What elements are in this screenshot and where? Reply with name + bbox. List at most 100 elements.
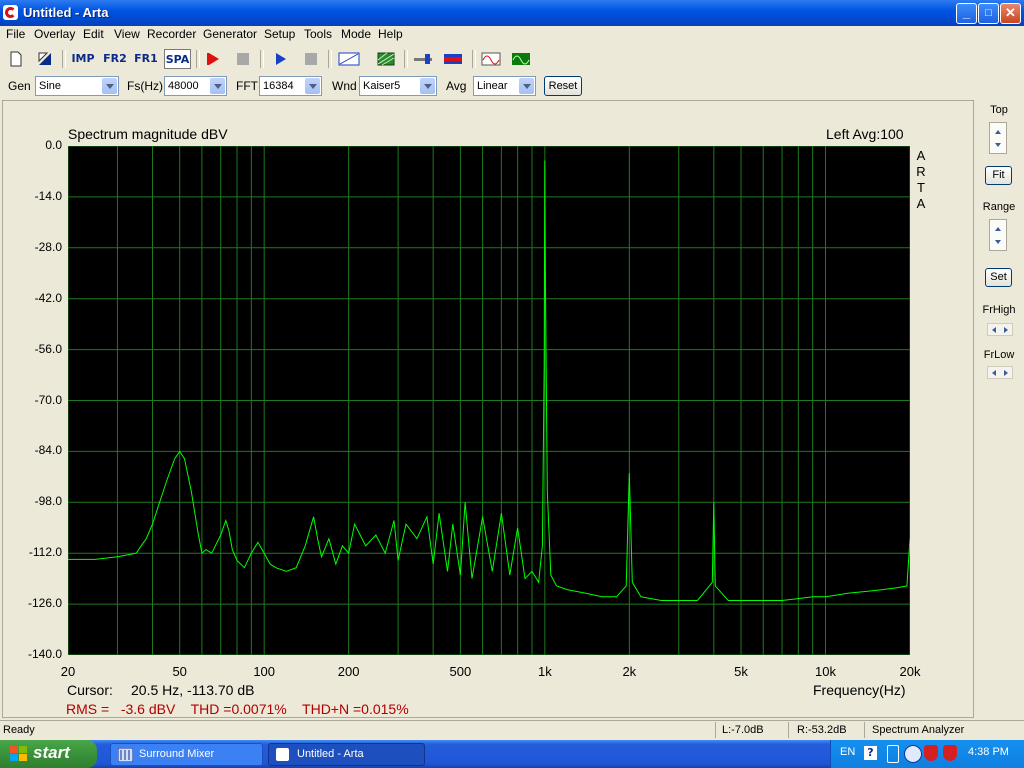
- chevron-up-icon[interactable]: [995, 130, 1001, 134]
- level-slider-icon[interactable]: [412, 49, 434, 69]
- language-indicator[interactable]: EN: [840, 746, 855, 758]
- fit-button[interactable]: Fit: [985, 166, 1012, 185]
- fft-size-select[interactable]: 16384: [259, 76, 322, 96]
- y-tick-label: -28.0: [34, 239, 62, 254]
- minimize-button[interactable]: _: [956, 3, 977, 24]
- oscilloscope-icon[interactable]: [480, 49, 502, 69]
- fs-label: Fs(Hz): [127, 79, 163, 93]
- chevron-right-icon[interactable]: [1004, 327, 1008, 333]
- arta-app-icon: [276, 748, 289, 761]
- y-tick-label: -112.0: [28, 545, 62, 560]
- spectrum-scope-icon[interactable]: [510, 49, 532, 69]
- arta-letter: A: [916, 148, 926, 163]
- averaging-select[interactable]: Linear: [473, 76, 536, 96]
- menu-help[interactable]: Help: [378, 27, 403, 41]
- maximize-button[interactable]: □: [978, 3, 999, 24]
- taskbar-untitled-arta[interactable]: Untitled - Arta: [268, 743, 425, 766]
- new-file-icon[interactable]: [5, 49, 27, 69]
- x-tick-label: 5k: [734, 664, 748, 679]
- y-tick-label: -42.0: [34, 290, 62, 305]
- shield-icon[interactable]: [943, 745, 957, 761]
- back-arrow-icon[interactable]: [904, 745, 922, 763]
- open-file-icon[interactable]: [34, 49, 56, 69]
- freq-response-1-button[interactable]: FR1: [133, 49, 159, 69]
- top-spinner[interactable]: [989, 122, 1007, 154]
- grid-color-icon[interactable]: [375, 49, 397, 69]
- windows-logo-icon: [10, 746, 27, 761]
- averaging-value: Linear: [477, 80, 508, 92]
- menu-overlay[interactable]: Overlay: [34, 27, 75, 41]
- y-tick-label: -70.0: [34, 392, 62, 407]
- generator-select[interactable]: Sine: [35, 76, 119, 96]
- start-button[interactable]: start: [0, 740, 97, 768]
- menu-generator[interactable]: Generator: [203, 27, 257, 41]
- menu-file[interactable]: File: [6, 27, 25, 41]
- frhigh-label: FrHigh: [982, 304, 1016, 316]
- start-label: start: [33, 743, 70, 762]
- window-select[interactable]: Kaiser5: [359, 76, 437, 96]
- spectrum-plot[interactable]: [67, 145, 911, 656]
- x-tick-label: 50: [172, 664, 187, 679]
- impulse-response-button[interactable]: IMP: [70, 49, 96, 69]
- frlow-label: FrLow: [983, 349, 1015, 361]
- generator-stop-icon[interactable]: [300, 49, 322, 69]
- chevron-down-icon: [210, 78, 225, 94]
- chevron-down-icon: [305, 78, 320, 94]
- x-axis-label: Frequency(Hz): [813, 682, 906, 698]
- menu-recorder[interactable]: Recorder: [147, 27, 196, 41]
- range-spinner[interactable]: [989, 219, 1007, 251]
- chevron-down-icon[interactable]: [995, 143, 1001, 147]
- status-ready: Ready: [3, 724, 35, 736]
- x-tick-label: 500: [449, 664, 472, 679]
- toolbar-separator: [404, 50, 408, 68]
- status-mode: Spectrum Analyzer: [872, 724, 965, 736]
- menu-bar: File Overlay Edit View Recorder Generato…: [0, 26, 1024, 45]
- menu-view[interactable]: View: [114, 27, 140, 41]
- chevron-down-icon[interactable]: [995, 240, 1001, 244]
- reset-button[interactable]: Reset: [544, 76, 582, 96]
- spectrum-analyzer-button[interactable]: SPA: [164, 49, 191, 69]
- record-stop-icon[interactable]: [232, 49, 254, 69]
- network-icon[interactable]: [887, 745, 899, 763]
- arta-letter: A: [916, 196, 926, 211]
- menu-edit[interactable]: Edit: [83, 27, 104, 41]
- close-button[interactable]: ✕: [1000, 3, 1021, 24]
- wnd-label: Wnd: [332, 79, 357, 93]
- set-button[interactable]: Set: [985, 268, 1012, 287]
- help-icon[interactable]: ?: [864, 746, 877, 760]
- menu-mode[interactable]: Mode: [341, 27, 371, 41]
- chevron-right-icon[interactable]: [1004, 370, 1008, 376]
- freq-response-2-button[interactable]: FR2: [102, 49, 128, 69]
- generator-play-icon[interactable]: [270, 49, 292, 69]
- frlow-spinner[interactable]: [987, 366, 1013, 379]
- arta-app-icon[interactable]: [3, 5, 18, 20]
- menu-setup[interactable]: Setup: [264, 27, 295, 41]
- y-tick-label: -84.0: [34, 443, 62, 458]
- level-meter-icon[interactable]: [442, 49, 464, 69]
- top-label: Top: [990, 104, 1008, 116]
- status-right-level: R:-53.2dB: [797, 724, 847, 736]
- y-tick-label: -98.0: [34, 494, 62, 509]
- menu-tools[interactable]: Tools: [304, 27, 332, 41]
- task-label: Untitled - Arta: [297, 748, 364, 760]
- sample-rate-select[interactable]: 48000: [164, 76, 227, 96]
- x-tick-label: 100: [253, 664, 276, 679]
- chevron-left-icon[interactable]: [992, 370, 996, 376]
- spectrum-plot-svg[interactable]: [67, 145, 911, 656]
- toolbar-separator: [196, 50, 200, 68]
- toolbar-separator: [328, 50, 332, 68]
- shield-icon[interactable]: [924, 745, 938, 761]
- clock: 4:38 PM: [968, 746, 1009, 758]
- y-tick-label: -14.0: [34, 188, 62, 203]
- record-play-icon[interactable]: [203, 49, 225, 69]
- chevron-up-icon[interactable]: [995, 227, 1001, 231]
- title-bar[interactable]: Untitled - Arta _ □ ✕: [0, 0, 1024, 26]
- arta-letter: T: [917, 180, 925, 195]
- frhigh-spinner[interactable]: [987, 323, 1013, 336]
- chevron-left-icon[interactable]: [992, 327, 996, 333]
- taskbar-surround-mixer[interactable]: Surround Mixer: [110, 743, 263, 766]
- abc-scale-icon[interactable]: [337, 49, 361, 69]
- x-tick-label: 1k: [537, 664, 552, 679]
- y-tick-label: -140.0: [27, 647, 62, 661]
- chevron-down-icon: [420, 78, 435, 94]
